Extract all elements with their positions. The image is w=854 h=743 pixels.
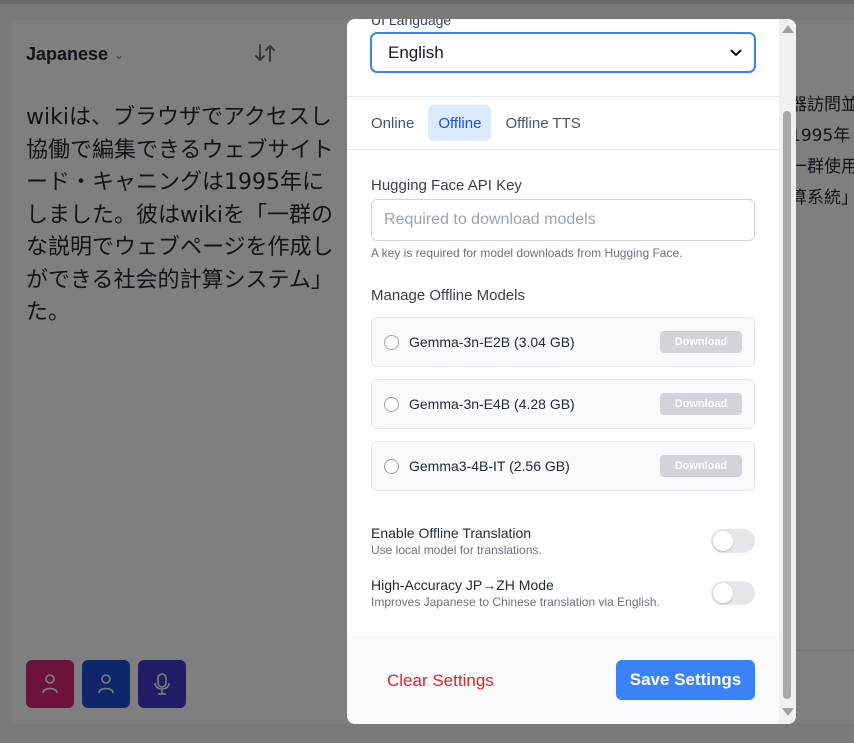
model-name: Gemma3-4B-IT (2.56 GB) [409,458,570,474]
model-radio[interactable] [384,334,399,350]
modal-scrollbar[interactable] [779,19,796,724]
download-button[interactable]: Download [660,393,742,415]
model-row[interactable]: Gemma3-4B-IT (2.56 GB) Download [371,441,755,491]
models-label: Manage Offline Models [371,287,525,304]
settings-modal: UI Language English Online Offline Offli… [347,19,796,724]
ui-language-label: UI Language [371,19,452,28]
model-row[interactable]: Gemma-3n-E4B (4.28 GB) Download [371,379,755,429]
tab-online[interactable]: Online [361,105,424,141]
tab-bar: Online Offline Offline TTS [361,105,591,141]
offline-translation-toggle[interactable] [711,529,755,553]
ui-language-value: English [388,42,444,62]
download-button[interactable]: Download [660,455,742,477]
toggle-knob [713,531,733,551]
scroll-up-arrow-icon[interactable] [782,25,794,33]
toggle-knob [713,583,733,603]
model-row[interactable]: Gemma-3n-E2B (3.04 GB) Download [371,317,755,367]
model-name: Gemma-3n-E4B (4.28 GB) [409,396,575,412]
divider [347,149,779,150]
api-key-label: Hugging Face API Key [371,177,522,194]
save-settings-button[interactable]: Save Settings [616,660,755,700]
scroll-thumb[interactable] [783,111,791,699]
api-key-input[interactable]: Required to download models [371,199,755,241]
divider [347,96,779,97]
high-accuracy-desc: Improves Japanese to Chinese translation… [371,595,660,609]
api-key-help: A key is required for model downloads fr… [371,246,683,260]
clear-settings-button[interactable]: Clear Settings [387,671,494,691]
offline-translation-title: Enable Offline Translation [371,525,532,541]
download-button[interactable]: Download [660,331,742,353]
model-radio[interactable] [384,396,399,412]
high-accuracy-title: High-Accuracy JP→ZH Mode [371,577,554,593]
tab-offline[interactable]: Offline [428,105,492,141]
chevron-down-icon [730,48,742,56]
high-accuracy-toggle[interactable] [711,581,755,605]
model-radio[interactable] [384,458,399,474]
tab-offline-tts[interactable]: Offline TTS [495,105,590,141]
offline-translation-desc: Use local model for translations. [371,543,542,557]
scroll-down-arrow-icon[interactable] [782,708,794,716]
ui-language-select[interactable]: English [371,33,755,72]
model-name: Gemma-3n-E2B (3.04 GB) [409,334,575,350]
